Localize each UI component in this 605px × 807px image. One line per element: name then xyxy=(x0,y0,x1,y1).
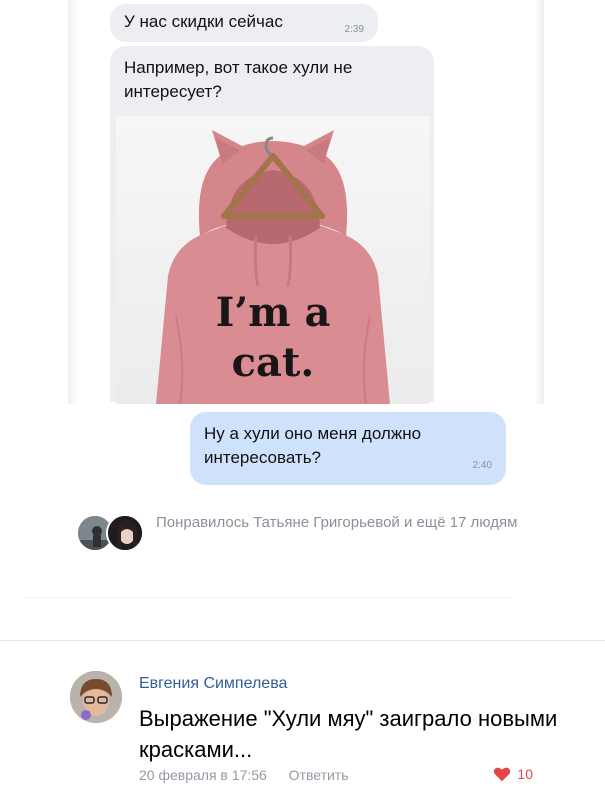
message-text: Например, вот такое хули не интересует? xyxy=(124,58,353,101)
divider xyxy=(24,597,514,598)
likes-text: Понравилось Татьяне Григорьевой и ещё 17… xyxy=(156,514,518,531)
hoodie-print-line1: I’m a xyxy=(216,289,331,336)
comment-like-button[interactable]: 10 xyxy=(493,766,533,782)
comment-text: Выражение "Хули мяу" заиграло новыми кра… xyxy=(139,706,558,762)
screenshot-edge-right xyxy=(534,0,544,404)
reply-link[interactable]: Ответить xyxy=(289,767,349,783)
avatar-image xyxy=(108,516,142,550)
liker-avatar[interactable] xyxy=(106,514,144,552)
heart-icon xyxy=(494,767,511,782)
screenshot-edge-left xyxy=(68,0,78,404)
hoodie-image: I’m a cat. xyxy=(116,116,430,404)
message-time: 2:39 xyxy=(344,24,364,35)
comment-date: 20 февраля в 17:56 xyxy=(139,767,267,783)
outgoing-message: Ну а хули оно меня должно интересовать? … xyxy=(190,412,506,485)
avatar-image xyxy=(70,671,122,723)
comment: Евгения Симпелева Выражение "Хули мяу" з… xyxy=(0,641,605,807)
comment-like-count: 10 xyxy=(517,766,533,782)
hoodie-print-line2: cat. xyxy=(232,339,315,386)
comment-author-name[interactable]: Евгения Симпелева xyxy=(139,675,287,693)
message-time: 2:40 xyxy=(472,460,492,471)
chat-screenshot: У нас скидки сейчас 2:39 Например, вот т… xyxy=(68,0,544,404)
comment-meta: 20 февраля в 17:56 Ответить xyxy=(139,767,349,783)
message-text: У нас скидки сейчас xyxy=(124,12,283,31)
post-likes[interactable]: Понравилось Татьяне Григорьевой и ещё 17… xyxy=(76,508,546,558)
comment-author-avatar[interactable] xyxy=(70,671,122,723)
incoming-message: У нас скидки сейчас 2:39 xyxy=(110,4,378,42)
hoodie-photo[interactable]: I’m a cat. xyxy=(116,116,430,404)
message-text: Ну а хули оно меня должно интересовать? xyxy=(204,424,422,467)
